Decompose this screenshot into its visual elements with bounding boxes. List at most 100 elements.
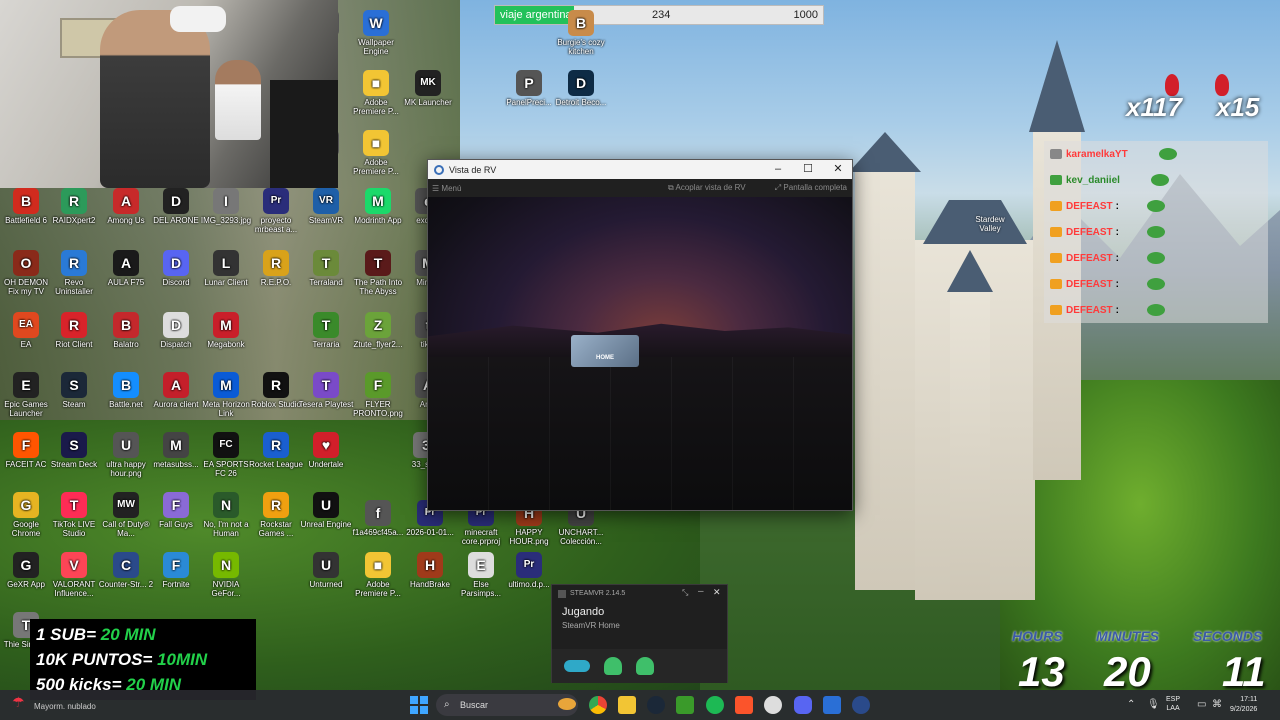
taco-icon[interactable] [558,698,576,710]
maximize-icon[interactable]: ☐ [793,160,823,179]
vr-view-window[interactable]: Vista de RV – ☐ ✕ ☰ Menú ⧉ Acoplar vista… [427,159,853,511]
desktop-icon[interactable]: T The Path Into The Abyss [350,250,406,296]
desktop-icon[interactable]: ■ Adobe Premiere P... [348,70,404,116]
app-icon: F [163,552,189,578]
brave-icon[interactable] [735,696,753,714]
desktop-icon[interactable]: VR SteamVR [298,188,354,225]
desktop-icon[interactable]: Pr ultimo.d.p... [501,552,557,589]
desktop-icon[interactable]: T TikTok LIVE Studio [46,492,102,538]
desktop-icon[interactable]: N No, I'm not a Human [198,492,254,538]
microphone-icon[interactable]: 🎙 [1147,699,1160,710]
desktop-icon[interactable]: D DEL ARONE [148,188,204,225]
desktop-icon[interactable]: MK MK Launcher [400,70,456,107]
desktop-icon-label: 2026-01-01... [406,528,454,537]
desktop-icon[interactable]: D Discord [148,250,204,287]
minecraft-icon[interactable] [676,696,694,714]
desktop-icon[interactable]: B Burgie's cozy kitchen [553,10,609,56]
steam-icon[interactable] [647,696,665,714]
app-icon: D [163,250,189,276]
wallpaper-engine-icon[interactable] [823,696,841,714]
desktop-icon[interactable]: f f1a469cf45a... [350,500,406,537]
desktop-icon[interactable]: V VALORANT Influence... [46,552,102,598]
desktop-icon[interactable]: H HandBrake [402,552,458,589]
desktop-icon-label: R.E.P.O. [260,278,292,287]
obs-icon[interactable] [764,696,782,714]
desktop-icon[interactable]: F FLYER PRONTO.png [350,372,406,418]
window-titlebar[interactable]: Vista de RV – ☐ ✕ [428,160,852,179]
desktop-icon[interactable]: T Tesera Playtest [298,372,354,409]
start-button[interactable] [410,696,428,714]
taskbar-clock[interactable]: 17:11 9/2/2026 [1230,695,1257,715]
taskbar-search[interactable]: ⌕ Buscar [436,694,578,716]
minimize-icon[interactable]: – [763,160,793,179]
desktop-icon[interactable]: Z Ztute_flyer2... [350,312,406,349]
desktop-icon[interactable]: R Revo Uninstaller [46,250,102,296]
overlay-game-label: Stardew Valley [975,215,1005,233]
dock-vr-view-button[interactable]: ⧉ Acoplar vista de RV [668,183,746,193]
menu-button[interactable]: ☰ Menú [432,184,461,193]
chevron-up-icon[interactable]: ⌃ [1127,699,1135,710]
desktop-icon[interactable]: B Battle.net [98,372,154,409]
desktop-icon[interactable]: R RAIDXpert2 [46,188,102,225]
discord-icon[interactable] [794,696,812,714]
desktop-icon[interactable]: C Counter-Str... 2 [98,552,154,589]
desktop-icon-label: Meta Horizon Link [202,400,250,418]
close-icon[interactable]: ✕ [823,160,853,179]
steamvr-icon [434,164,444,175]
vr-viewport[interactable]: HOME [428,197,852,510]
spotify-icon[interactable] [706,696,724,714]
desktop-icon[interactable]: R Rocket League [248,432,304,469]
pin-icon[interactable]: ⤡ [682,588,688,598]
desktop-icon[interactable]: T Terraria [298,312,354,349]
desktop-icon[interactable]: D Detroit Beco... [553,70,609,107]
desktop-icon[interactable]: ■ Adobe Premiere P... [350,552,406,598]
desktop-icon[interactable]: S Stream Deck [46,432,102,469]
desktop-icon[interactable]: M Megabonk [198,312,254,349]
desktop-icon[interactable]: M Meta Horizon Link [198,372,254,418]
steamvr-menu-icon[interactable] [558,590,566,598]
input-language[interactable]: ESP LAA [1166,695,1180,713]
file-explorer-icon[interactable] [618,696,636,714]
desktop-icon[interactable]: I IMG_3293.jpg [198,188,254,225]
desktop-icon[interactable]: M Modrinth App [350,188,406,225]
desktop-icon[interactable]: ♥ Undertale [298,432,354,469]
desktop-icon-label: Battle.net [109,400,143,409]
desktop-icon[interactable]: T Terraland [298,250,354,287]
desktop-icon[interactable]: S Steam [46,372,102,409]
desktop-icon[interactable]: R R.E.P.O. [248,250,304,287]
desktop-icon[interactable]: B Balatro [98,312,154,349]
desktop-icon[interactable]: ■ Adobe Premiere P... [348,130,404,176]
desktop-icon[interactable]: MW Call of Duty® Ma... [98,492,154,538]
desktop-icon[interactable]: R Rockstar Games ... [248,492,304,538]
desktop-icon[interactable]: A Among Us [98,188,154,225]
desktop-icon[interactable]: U Unturned [298,552,354,589]
chat-row: DEFEAST: [1044,245,1268,271]
desktop-icon[interactable]: R Roblox Studio [248,372,304,409]
desktop-icon[interactable]: A AULA F75 [98,250,154,287]
desktop-icon[interactable]: Uultra happy hour.png [98,432,154,478]
network-icon[interactable]: ⌘ [1212,699,1222,710]
weather-text[interactable]: Mayorm. nublado [34,702,96,711]
desktop-icon[interactable]: P PanelPreci... [501,70,557,107]
desktop-icon[interactable]: R Riot Client [46,312,102,349]
desktop-icon[interactable]: Mmetasubss... [148,432,204,469]
weather-icon[interactable]: ☂ [12,694,25,711]
close-icon[interactable]: ✕ [713,587,721,598]
desktop-icon[interactable]: FC EA SPORTS FC 26 [198,432,254,478]
desktop-icon[interactable]: U Unreal Engine [298,492,354,529]
desktop-icon[interactable]: N NVIDIA GeFor... [198,552,254,598]
desktop-icon[interactable]: L Lunar Client [198,250,254,287]
display-icon[interactable]: ▭ [1197,699,1206,710]
desktop-icon[interactable]: W Wallpaper Engine [348,10,404,56]
desktop-icon[interactable]: Pr proyecto mrbeast a... [248,188,304,234]
desktop-icon[interactable]: D Dispatch [148,312,204,349]
steamvr-status-panel[interactable]: STEAMVR 2.14.5 ⤡ – ✕ Jugando SteamVR Hom… [551,584,728,683]
desktop-icon[interactable]: F Fall Guys [148,492,204,529]
chrome-icon[interactable] [589,696,607,714]
desktop-icon[interactable]: F Fortnite [148,552,204,589]
desktop-icon[interactable]: A Aurora client [148,372,204,409]
fullscreen-button[interactable]: ⤢ Pantalla completa [775,183,847,193]
desktop-icon-label: Undertale [308,460,344,469]
minimize-icon[interactable]: – [698,586,704,597]
steamvr-taskbar-icon[interactable] [852,696,870,714]
